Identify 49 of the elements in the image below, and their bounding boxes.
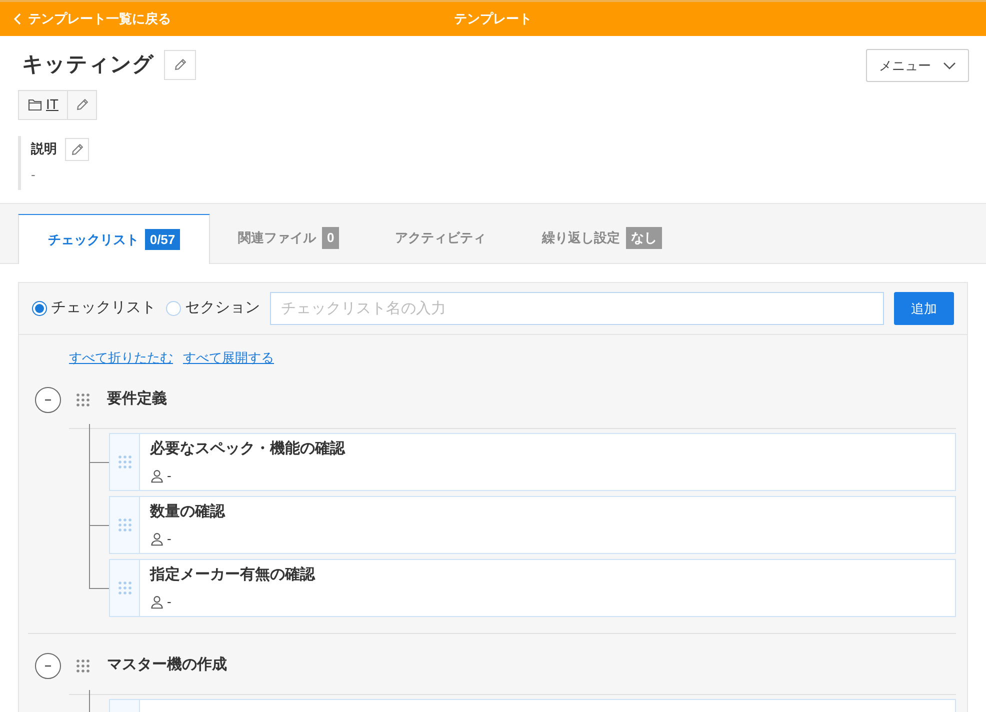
page-title: テンプレート [454, 10, 532, 28]
checklist-item-card[interactable]: 必要なスペック・機能の確認 - [109, 432, 956, 490]
section-title: マスター機の作成 [107, 655, 227, 676]
item-title: 数量の確認 [150, 502, 225, 522]
menu-button[interactable]: メニュー [866, 49, 969, 82]
folder-icon [28, 98, 42, 110]
chevron-down-icon [943, 62, 956, 70]
chevron-left-icon [14, 13, 22, 25]
assignee-text: - [167, 593, 172, 611]
pencil-icon [76, 98, 89, 111]
tab[interactable]: 繰り返し設定 なし [514, 213, 690, 263]
collapse-toggle[interactable] [35, 652, 61, 678]
edit-description-button[interactable] [65, 138, 89, 160]
tab[interactable]: アクティビティ [367, 213, 514, 263]
description-text: - [31, 166, 36, 184]
checklist-name-input[interactable]: チェックリスト名の入力 [270, 292, 884, 325]
description-label: 説明 [31, 140, 57, 158]
tab-badge: なし [626, 227, 662, 249]
person-icon [150, 532, 164, 546]
tab-badge: 0/57 [144, 228, 180, 250]
drag-handle-icon[interactable] [118, 580, 132, 594]
collapse-toggle[interactable] [35, 386, 61, 412]
pencil-icon [70, 142, 84, 156]
tab[interactable]: チェックリスト 0/57 [18, 214, 210, 264]
add-button[interactable]: 追加 [894, 292, 954, 325]
edit-name-button[interactable] [164, 50, 196, 80]
type-radio[interactable]: セクション [166, 297, 260, 320]
person-icon [150, 468, 164, 483]
drag-handle-icon[interactable] [76, 658, 90, 672]
drag-handle-icon[interactable] [118, 518, 132, 532]
type-radio[interactable]: チェックリスト [32, 297, 156, 320]
tab[interactable]: 関連ファイル 0 [210, 213, 368, 263]
checklist-item-card[interactable]: 指定メーカー有無の確認 - [109, 558, 956, 616]
drag-handle-icon[interactable] [118, 454, 132, 468]
checklist-item-card[interactable]: 数量の確認 - [109, 496, 956, 554]
expand-collapse-link[interactable]: すべて折りたたむ [69, 348, 173, 368]
item-title: 指定メーカー有無の確認 [150, 564, 315, 584]
person-icon [150, 594, 164, 609]
template-name: キッティング [22, 52, 154, 78]
drag-handle-icon[interactable] [76, 392, 90, 406]
tab-badge: 0 [322, 227, 340, 249]
edit-category-button[interactable] [68, 90, 98, 120]
assignee-text: - [167, 530, 172, 548]
assignee-text: - [167, 467, 172, 485]
pencil-icon [174, 58, 186, 72]
expand-collapse-link[interactable]: すべて展開する [183, 348, 274, 368]
item-title: 必要なスペック・機能の確認 [150, 438, 345, 458]
category-link[interactable]: IT [18, 90, 68, 120]
section-title: 要件定義 [107, 389, 167, 410]
